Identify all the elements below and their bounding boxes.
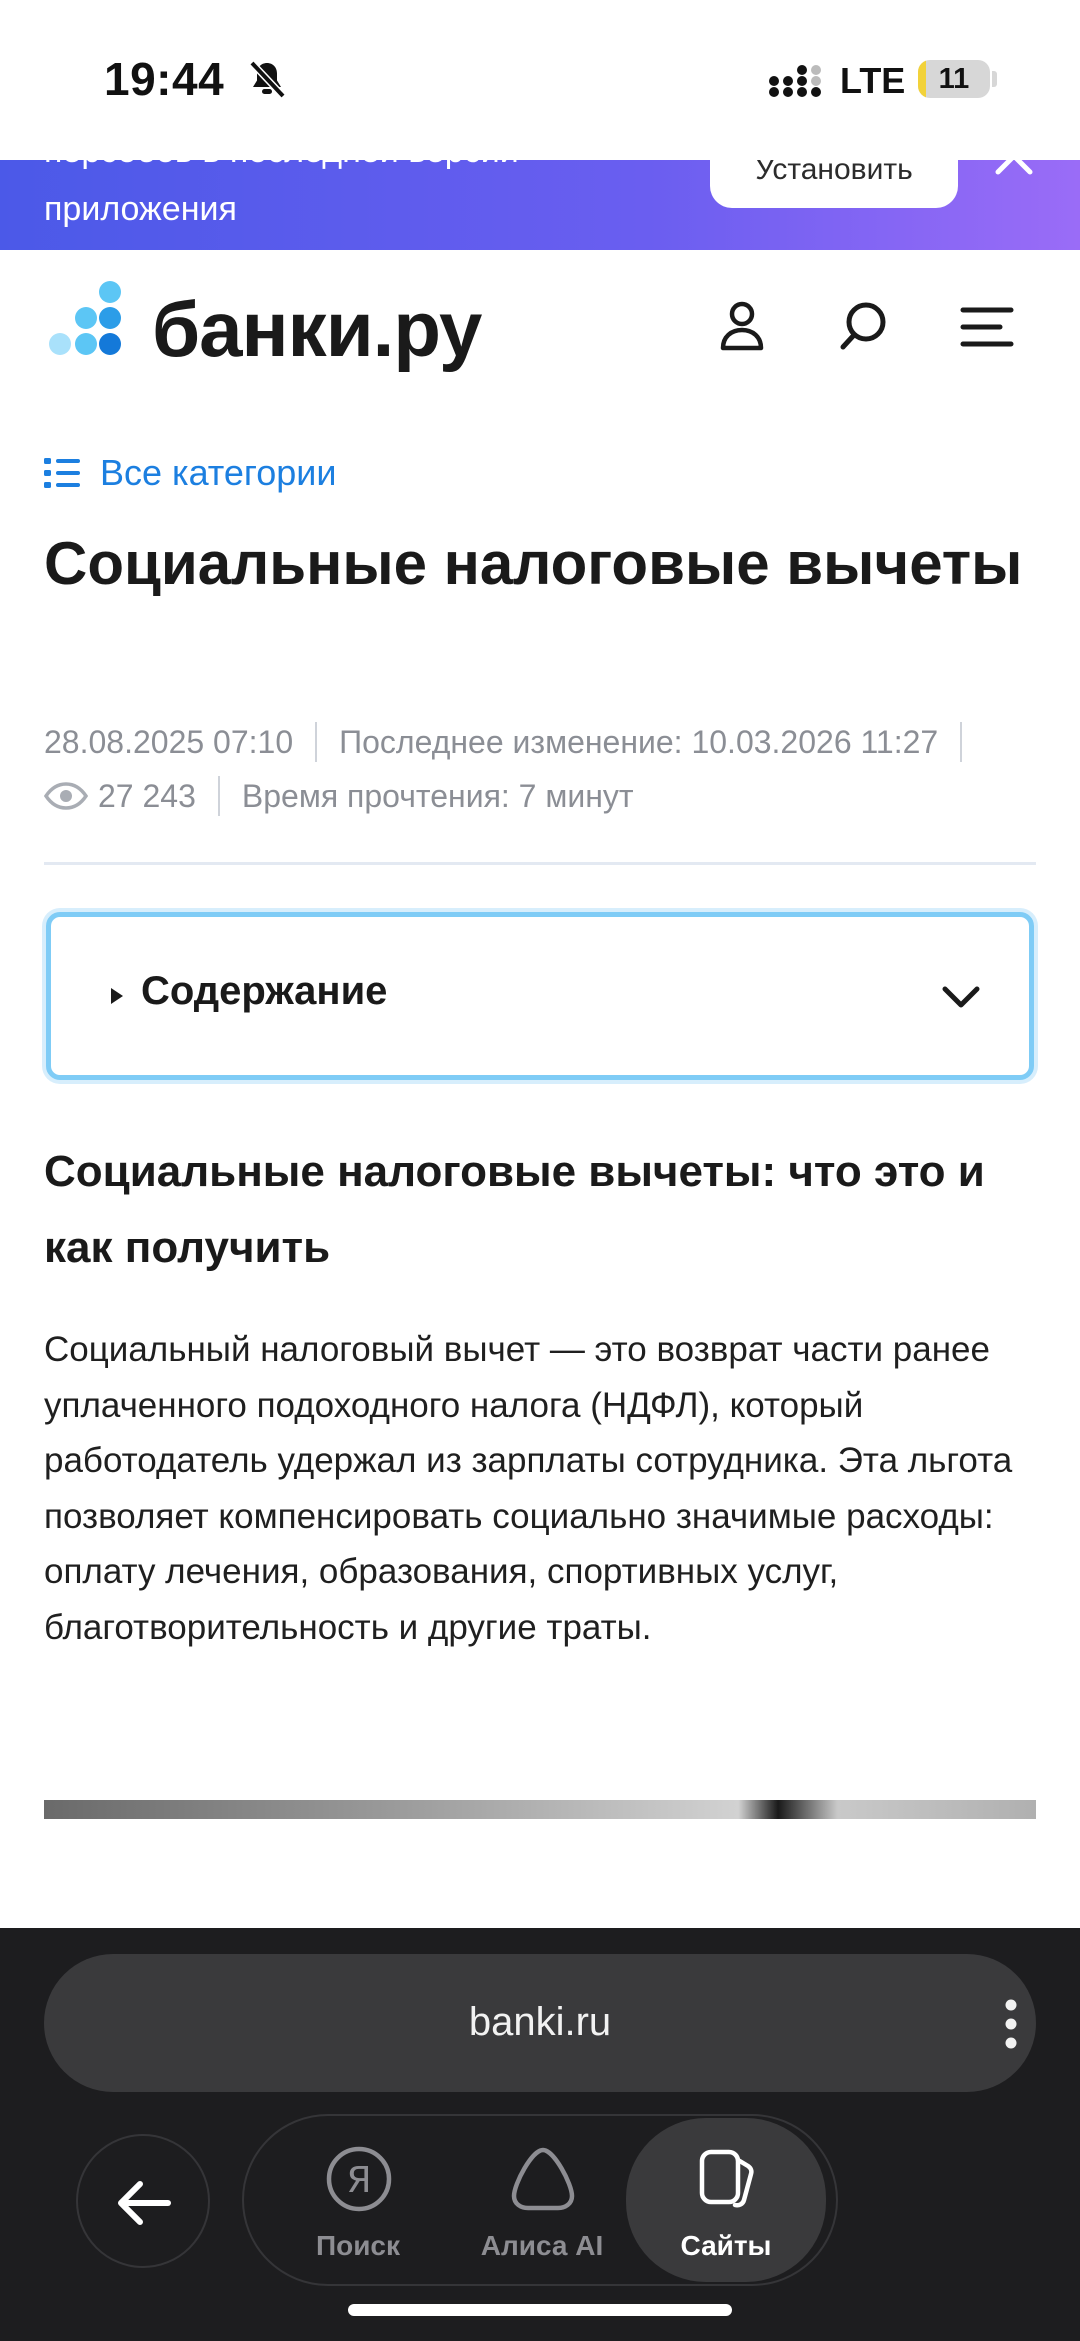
battery-level: 11	[938, 63, 970, 95]
signal-icon	[769, 65, 821, 97]
site-header: банки.ру	[0, 250, 1080, 400]
browser-toolbar: banki.ru Я Поиск Алиса AI Сайты	[0, 1928, 1080, 2341]
article-paragraph: Социальный налоговый вычет — это возврат…	[44, 1330, 1013, 1647]
svg-text:Я: Я	[346, 2160, 371, 2201]
back-button[interactable]	[76, 2134, 210, 2268]
browser-nav-group: Я Поиск Алиса AI Сайты	[242, 2114, 838, 2286]
page-title: Социальные налоговые вычеты	[44, 530, 1023, 597]
view-count: 27 243	[98, 777, 196, 814]
address-bar[interactable]: banki.ru	[44, 1954, 1036, 2092]
triangle-right-icon	[111, 988, 123, 1004]
nav-search[interactable]: Я Поиск	[258, 2118, 458, 2282]
close-icon[interactable]	[994, 136, 1034, 176]
all-categories-link[interactable]: Все категории	[44, 448, 337, 498]
search-icon[interactable]	[838, 300, 888, 352]
alice-icon	[511, 2147, 575, 2211]
nav-alice[interactable]: Алиса AI	[442, 2118, 642, 2282]
read-time: Время прочтения: 7 минут	[241, 777, 634, 814]
all-categories-label: Все категории	[100, 452, 337, 493]
nav-sites[interactable]: Сайты	[626, 2118, 826, 2282]
home-indicator[interactable]	[348, 2304, 732, 2316]
article-meta-dates: 28.08.2025 07:10 Последнее изменение: 10…	[44, 722, 984, 762]
meta-separator	[315, 722, 318, 762]
nav-sites-label: Сайты	[680, 2230, 772, 2261]
menu-icon[interactable]	[960, 306, 1014, 348]
table-of-contents-toggle[interactable]: Содержание	[46, 912, 1034, 1080]
battery-cap	[992, 71, 997, 87]
logo-icon[interactable]	[44, 280, 132, 368]
article-meta-stats: 27 243 Время прочтения: 7 минут	[44, 776, 634, 816]
meta-separator	[217, 776, 220, 816]
banner-text-top: персобов в последней версии	[44, 160, 519, 171]
section-heading: Социальные налоговые вычеты: что это и к…	[44, 1147, 985, 1272]
divider	[44, 862, 1036, 865]
url-text: banki.ru	[468, 2000, 612, 2044]
eye-icon	[44, 782, 88, 810]
list-icon	[44, 458, 80, 488]
sites-icon	[699, 2149, 754, 2208]
published-date: 28.08.2025 07:10	[44, 723, 294, 760]
banner-text: приложения	[44, 190, 237, 228]
nav-alice-label: Алиса AI	[480, 2230, 604, 2261]
battery-icon: 11	[918, 60, 990, 98]
bell-muted-icon	[249, 60, 286, 99]
toc-label: Содержание	[141, 969, 388, 1013]
arrow-left-icon	[118, 2181, 171, 2225]
chevron-down-icon[interactable]	[939, 979, 983, 1015]
nav-search-label: Поиск	[315, 2230, 401, 2261]
install-button[interactable]: Установить	[710, 160, 958, 208]
modified-date: Последнее изменение: 10.03.2026 11:27	[339, 723, 939, 760]
more-vertical-icon[interactable]	[1004, 1998, 1018, 2050]
logo-text[interactable]: банки.ру	[152, 284, 482, 375]
yandex-icon: Я	[326, 2146, 392, 2212]
install-app-banner[interactable]: персобов в последней версии приложения У…	[0, 160, 1080, 250]
status-bar: 19:44 LTE 11	[0, 0, 1080, 160]
network-type: LTE	[840, 60, 906, 101]
meta-separator	[960, 722, 963, 762]
article-image	[44, 1800, 1036, 1819]
user-icon[interactable]	[718, 300, 766, 352]
status-time: 19:44	[104, 53, 225, 105]
